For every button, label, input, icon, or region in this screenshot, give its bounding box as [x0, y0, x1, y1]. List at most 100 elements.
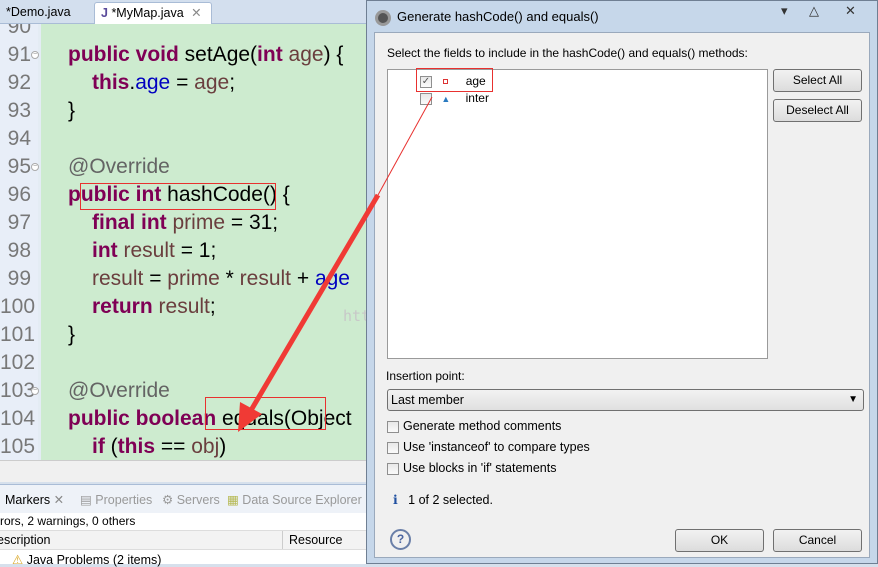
- code-token: =: [143, 267, 168, 290]
- tab-demo-java[interactable]: *Demo.java: [0, 2, 77, 24]
- line-number: 98: [7, 239, 31, 262]
- table-row[interactable]: ⚠ Java Problems (2 items): [12, 552, 161, 567]
- code-line[interactable]: }: [68, 321, 75, 349]
- maximize-icon[interactable]: △: [809, 3, 819, 19]
- code-line[interactable]: final int prime = 31;: [92, 209, 278, 237]
- code-token: int: [92, 239, 124, 262]
- code-token: result: [158, 295, 210, 318]
- tab-servers[interactable]: ⚙ Servers: [162, 492, 220, 507]
- fold-toggle-icon[interactable]: −: [31, 163, 39, 171]
- tab-mymap-java[interactable]: J *MyMap.java ✕: [94, 2, 212, 24]
- fold-toggle-icon[interactable]: −: [31, 51, 39, 59]
- code-token: result: [123, 239, 175, 262]
- code-line[interactable]: this.age = age;: [92, 69, 235, 97]
- code-line[interactable]: }: [68, 97, 75, 125]
- bottom-panel: Markers ✕ ▤ Properties ⚙ Servers ▦ Data …: [0, 484, 368, 567]
- code-token: }: [68, 323, 76, 346]
- code-line[interactable]: @Override: [68, 377, 170, 405]
- insertion-point-label: Insertion point:: [386, 369, 465, 383]
- code-line[interactable]: result = prime * result + age: [92, 265, 350, 293]
- use-instanceof-checkbox[interactable]: Use 'instanceof' to compare types: [387, 440, 590, 454]
- code-token: public void: [68, 43, 185, 66]
- eclipse-icon: [375, 9, 391, 26]
- data-source-icon: ▦: [227, 493, 239, 507]
- annotation-box-age: [416, 68, 493, 92]
- tab-properties[interactable]: ▤ Properties: [80, 492, 152, 507]
- line-number: 95: [7, 155, 31, 178]
- close-icon: ✕: [53, 493, 65, 507]
- horizontal-scrollbar[interactable]: [0, 460, 366, 482]
- line-number: 90: [7, 24, 31, 38]
- cancel-button[interactable]: Cancel: [773, 529, 862, 552]
- selection-status: i 1 of 2 selected.: [393, 492, 493, 507]
- field-checkbox[interactable]: [420, 92, 432, 105]
- line-number: 91: [7, 43, 31, 66]
- select-all-button[interactable]: Select All: [773, 69, 862, 92]
- fold-toggle-icon[interactable]: −: [31, 387, 39, 395]
- code-line[interactable]: public void setAge(int age) {: [68, 41, 343, 69]
- code-token: return: [92, 295, 159, 318]
- code-token: this: [117, 435, 156, 458]
- code-token: ==: [155, 435, 192, 458]
- code-token: setAge(: [184, 43, 258, 66]
- close-icon[interactable]: ✕: [845, 3, 856, 19]
- ok-button[interactable]: OK: [675, 529, 764, 552]
- code-token: public boolean: [68, 407, 223, 430]
- code-token: ;: [229, 71, 236, 94]
- line-number: 94: [7, 127, 31, 150]
- code-token: age: [314, 267, 350, 290]
- tab-data-source-explorer[interactable]: ▦ Data Source Explorer: [227, 492, 362, 507]
- column-description[interactable]: escription: [0, 533, 51, 547]
- default-field-icon: ▲: [441, 94, 451, 104]
- code-line[interactable]: @Override: [68, 153, 170, 181]
- annotation-box-hashcode: [80, 183, 276, 210]
- markers-summary: rrors, 2 warnings, 0 others: [0, 514, 136, 528]
- servers-icon: ⚙: [162, 493, 174, 507]
- insertion-point-select[interactable]: Last member ▼: [387, 389, 864, 411]
- line-number: 99: [7, 267, 31, 290]
- code-token: prime: [167, 267, 220, 290]
- code-token: = 31;: [225, 211, 279, 234]
- code-token: result: [92, 267, 144, 290]
- code-token: }: [68, 99, 76, 122]
- code-token: @Override: [68, 379, 170, 402]
- code-line[interactable]: int result = 1;: [92, 237, 216, 265]
- line-number: 97: [7, 211, 31, 234]
- use-blocks-checkbox[interactable]: Use blocks in 'if' statements: [387, 461, 556, 475]
- code-token: @Override: [68, 155, 170, 178]
- deselect-all-button[interactable]: Deselect All: [773, 99, 862, 122]
- code-token: this: [92, 71, 130, 94]
- line-number: 100: [0, 295, 36, 318]
- line-number: 105: [0, 435, 36, 458]
- menu-icon[interactable]: ▾: [781, 3, 788, 19]
- info-icon: i: [393, 492, 398, 507]
- code-line[interactable]: return result;: [92, 293, 216, 321]
- properties-icon: ▤: [80, 493, 92, 507]
- code-line[interactable]: if (this == obj): [92, 433, 226, 460]
- editor-tab-bar: *Demo.java J *MyMap.java ✕: [0, 0, 366, 24]
- code-token: ;: [209, 295, 216, 318]
- help-icon[interactable]: ?: [390, 529, 411, 550]
- code-token: ) {: [323, 43, 344, 66]
- markers-table-header: escription Resource: [0, 530, 368, 550]
- line-number: 93: [7, 99, 31, 122]
- watermark: http://blog.csdn.net/: [343, 307, 366, 325]
- fold-column: [38, 24, 41, 460]
- code-token: =: [170, 71, 195, 94]
- code-token: +: [291, 267, 315, 290]
- generate-comments-checkbox[interactable]: Generate method comments: [387, 419, 561, 433]
- line-number: 104: [0, 407, 36, 430]
- chevron-down-icon: ▼: [848, 394, 858, 405]
- close-icon[interactable]: ✕: [191, 6, 201, 20]
- field-item-inter[interactable]: ▲ inter: [420, 91, 489, 105]
- fields-list[interactable]: ✓ age ▲ inter: [387, 69, 768, 359]
- warning-icon: ⚠: [12, 553, 24, 567]
- code-token: int: [257, 43, 289, 66]
- tab-markers[interactable]: Markers ✕: [5, 492, 64, 507]
- code-token: obj: [191, 435, 220, 458]
- java-file-icon: J: [101, 6, 108, 20]
- column-resource[interactable]: Resource: [289, 533, 343, 547]
- code-token: ): [219, 435, 227, 458]
- code-editor[interactable]: 90 91− public void setAge(int age) {92 this…: [0, 24, 366, 460]
- code-token: *: [219, 267, 240, 290]
